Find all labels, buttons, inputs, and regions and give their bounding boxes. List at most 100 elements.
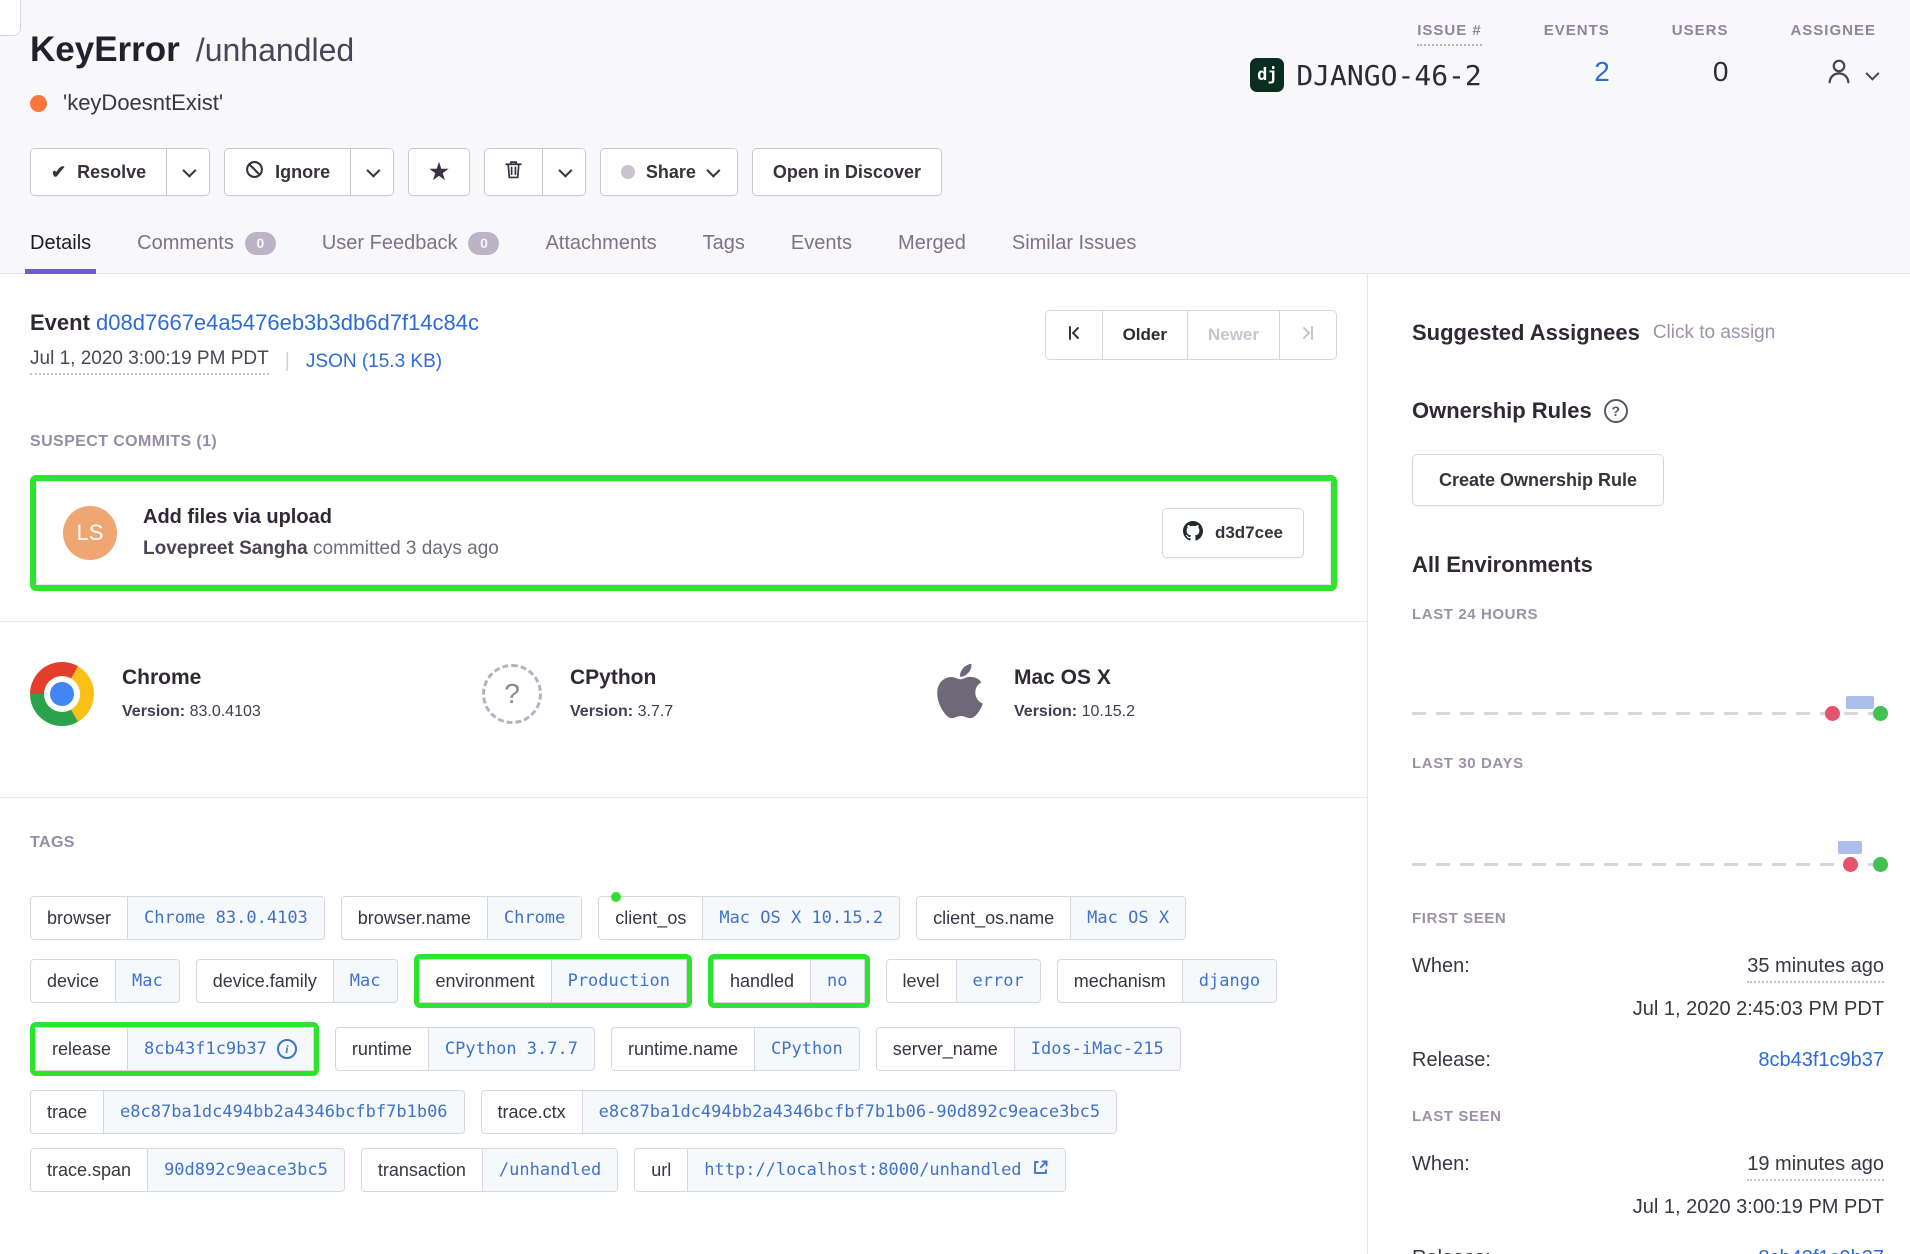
- resolve-dropdown-button[interactable]: [166, 149, 209, 195]
- tag-value-link[interactable]: Mac OS X: [1071, 897, 1185, 939]
- tab-merged[interactable]: Merged: [898, 232, 966, 273]
- newer-event-button[interactable]: Newer: [1187, 311, 1279, 359]
- tab-similar-issues[interactable]: Similar Issues: [1012, 232, 1136, 273]
- tag-value-link[interactable]: Chrome 83.0.4103: [128, 897, 324, 939]
- tag-value-link[interactable]: no: [811, 960, 863, 1002]
- unknown-runtime-icon: ?: [482, 664, 542, 724]
- tab-user-feedback[interactable]: User Feedback 0: [322, 232, 500, 273]
- tag-mechanism: mechanism django: [1057, 959, 1277, 1003]
- context-name: Chrome: [122, 666, 261, 690]
- tag-value-link[interactable]: CPython: [755, 1028, 859, 1070]
- tag-value-link[interactable]: Mac: [116, 960, 179, 1002]
- tag-value-link[interactable]: Mac: [334, 960, 397, 1002]
- stat-assignee: ASSIGNEE: [1790, 22, 1876, 93]
- skip-next-icon: [1300, 325, 1316, 346]
- oldest-event-button[interactable]: [1046, 311, 1102, 359]
- last-30-days-label: LAST 30 DAYS: [1412, 755, 1884, 772]
- open-in-discover-button[interactable]: Open in Discover: [753, 149, 941, 195]
- latest-event-dot: [1873, 857, 1888, 872]
- bookmark-button[interactable]: ★: [409, 149, 469, 195]
- stat-issue: ISSUE # dj DJANGO-46-2: [1250, 22, 1481, 93]
- commit-sha-button[interactable]: d3d7cee: [1162, 508, 1304, 558]
- tag-runtime: runtime CPython 3.7.7: [335, 1027, 595, 1071]
- tab-events[interactable]: Events: [791, 232, 852, 273]
- event-id-link[interactable]: d08d7667e4a5476eb3b3db6d7f14c84c: [96, 310, 479, 335]
- create-ownership-rule-button[interactable]: Create Ownership Rule: [1412, 454, 1664, 506]
- tag-value-link[interactable]: Mac OS X 10.15.2: [703, 897, 899, 939]
- tag-device: device Mac: [30, 959, 180, 1003]
- tag-value-link[interactable]: http://localhost:8000/unhandled: [688, 1149, 1064, 1191]
- users-count[interactable]: 0: [1713, 56, 1729, 88]
- tag-value-link[interactable]: 90d892c9eace3bc5: [148, 1149, 344, 1191]
- question-circle-icon[interactable]: ?: [1604, 399, 1628, 423]
- delete-button[interactable]: [485, 149, 542, 195]
- resolve-button[interactable]: ✔ Resolve: [31, 149, 166, 195]
- tab-attachments[interactable]: Attachments: [545, 232, 656, 273]
- tag-browser-name: browser.name Chrome: [341, 896, 582, 940]
- first-seen-absolute: Jul 1, 2020 2:45:03 PM PDT: [1412, 998, 1884, 1021]
- edge-artifact: [0, 0, 21, 36]
- event-contexts: Chrome Version: 83.0.4103 ? CPython Vers…: [30, 622, 1337, 767]
- error-message: 'keyDoesntExist': [63, 90, 223, 116]
- ignore-button[interactable]: Ignore: [225, 149, 350, 195]
- chevron-down-icon: [182, 164, 196, 178]
- when-label: When:: [1412, 955, 1470, 978]
- tag-value-link[interactable]: e8c87ba1dc494bb2a4346bcfbf7b1b06: [104, 1091, 464, 1133]
- tag-value-link[interactable]: django: [1183, 960, 1276, 1002]
- first-seen-release-link[interactable]: 8cb43f1c9b37: [1758, 1049, 1884, 1072]
- share-dot-icon: [621, 165, 635, 179]
- last-seen-release-link[interactable]: 8cb43f1c9b37: [1758, 1247, 1884, 1254]
- tab-tags[interactable]: Tags: [703, 232, 745, 273]
- external-link-icon: [1032, 1159, 1049, 1181]
- commit-author: Lovepreet Sangha: [143, 538, 308, 559]
- suggested-assignees-title: Suggested Assignees: [1412, 320, 1640, 346]
- tag-handled: handled no: [713, 959, 865, 1003]
- event-json-link[interactable]: JSON (15.3 KB): [306, 351, 442, 373]
- first-seen-relative: 35 minutes ago: [1747, 955, 1884, 983]
- context-browser: Chrome Version: 83.0.4103: [30, 660, 482, 727]
- discover-button-group: Open in Discover: [752, 148, 942, 196]
- share-button[interactable]: Share: [601, 149, 737, 195]
- context-name: CPython: [570, 666, 673, 690]
- resolve-button-group: ✔ Resolve: [30, 148, 210, 196]
- comments-count-badge: 0: [245, 232, 276, 255]
- issue-sidebar: Suggested Assignees Click to assign Owne…: [1368, 274, 1910, 1254]
- release-marker-bar: [1846, 696, 1874, 709]
- issue-number-label: ISSUE #: [1417, 22, 1482, 46]
- assignee-selector[interactable]: [1824, 56, 1876, 93]
- django-project-icon: dj: [1250, 58, 1284, 92]
- tag-value-link[interactable]: Idos-iMac-215: [1015, 1028, 1180, 1070]
- share-button-group: Share: [600, 148, 738, 196]
- tab-comments[interactable]: Comments 0: [137, 232, 276, 273]
- tag-value-link[interactable]: Production: [552, 960, 686, 1002]
- newest-event-button[interactable]: [1279, 311, 1336, 359]
- check-icon: ✔: [51, 162, 66, 183]
- ignore-dropdown-button[interactable]: [350, 149, 393, 195]
- chevron-down-icon: [706, 164, 720, 178]
- tag-value-link[interactable]: 8cb43f1c9b37 i: [128, 1028, 313, 1070]
- tag-value-link[interactable]: e8c87ba1dc494bb2a4346bcfbf7b1b06-90d892c…: [583, 1091, 1117, 1133]
- annotation-highlight-box: release 8cb43f1c9b37 i: [30, 1022, 319, 1076]
- tag-level: level error: [886, 959, 1041, 1003]
- users-label: USERS: [1672, 22, 1729, 44]
- older-event-button[interactable]: Older: [1102, 311, 1187, 359]
- tag-environment: environment Production: [419, 959, 687, 1003]
- separator: |: [285, 350, 290, 373]
- click-to-assign-hint: Click to assign: [1653, 322, 1776, 344]
- tag-release: release 8cb43f1c9b37 i: [35, 1027, 314, 1071]
- events-count[interactable]: 2: [1594, 56, 1610, 88]
- github-icon: [1183, 521, 1203, 546]
- info-icon[interactable]: i: [277, 1039, 297, 1059]
- delete-dropdown-button[interactable]: [542, 149, 585, 195]
- avatar: LS: [63, 506, 117, 560]
- tag-value-link[interactable]: /unhandled: [483, 1149, 617, 1191]
- tab-details[interactable]: Details: [30, 232, 91, 273]
- tag-value-link[interactable]: error: [957, 960, 1040, 1002]
- error-level-dot: [30, 95, 47, 112]
- release-label: Release:: [1412, 1049, 1491, 1072]
- tag-value-link[interactable]: CPython 3.7.7: [429, 1028, 594, 1070]
- event-timestamp: Jul 1, 2020 3:00:19 PM PDT: [30, 348, 269, 375]
- tag-value-link[interactable]: Chrome: [488, 897, 581, 939]
- page-title: KeyError: [30, 30, 180, 70]
- chrome-icon: [30, 662, 94, 726]
